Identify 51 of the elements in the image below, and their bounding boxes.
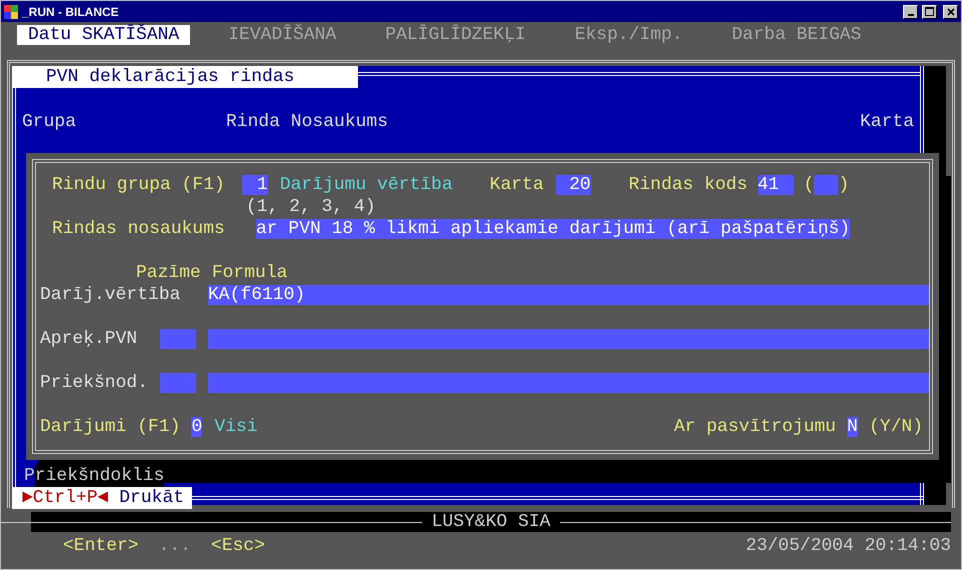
- transactions-field[interactable]: 0: [191, 417, 202, 437]
- flag-field[interactable]: [160, 373, 196, 393]
- transactions-name: Visi: [214, 417, 258, 437]
- row-name-field[interactable]: ar PVN 18 % likmi apliekamie darījumi (arī pašpatēriņš): [256, 219, 850, 239]
- menu-item[interactable]: Darba BEIGAS: [720, 25, 872, 45]
- maximize-icon: [925, 7, 934, 16]
- column-label: Formula: [212, 263, 288, 283]
- column-label: Pazīme: [136, 263, 201, 283]
- formula-field[interactable]: [208, 329, 929, 349]
- panel-title: PVN deklarācijas rindas: [12, 66, 358, 88]
- field-label: Ar pasvītrojumu: [674, 417, 836, 437]
- field-label: Rindu grupa (F1): [52, 175, 225, 195]
- field-label: Rindas kods: [628, 175, 748, 195]
- close-button[interactable]: [943, 4, 958, 18]
- underline-field[interactable]: N: [846, 417, 858, 437]
- formula-field[interactable]: KA(f6110): [208, 285, 929, 305]
- window-title: _RUN - BILANCE: [22, 4, 120, 18]
- menu-item[interactable]: IEVADĪŠANA: [217, 25, 348, 45]
- hint-text: (1, 2, 3, 4): [246, 197, 376, 217]
- close-icon: [946, 8, 954, 16]
- date-time: 23/05/2004 20:14:03: [746, 536, 951, 556]
- group-name: Darījumu vērtība: [280, 175, 453, 195]
- group-field[interactable]: 1: [242, 175, 268, 195]
- hint-text: (Y/N): [868, 417, 923, 437]
- code-suffix-field[interactable]: [814, 175, 838, 195]
- flag-field[interactable]: [160, 329, 196, 349]
- column-header: Rinda Nosaukums: [226, 111, 390, 133]
- key-hint: <Enter>: [63, 536, 139, 556]
- menu-item[interactable]: PALĪGLĪDZEKĻI: [374, 25, 537, 45]
- app-icon: [4, 4, 18, 18]
- minimize-icon: [908, 14, 914, 16]
- key-hint: ...: [158, 536, 192, 556]
- bracket-text: (: [804, 175, 814, 195]
- maximize-button[interactable]: [922, 4, 937, 18]
- card-field[interactable]: 20: [556, 175, 591, 195]
- field-label: Darījumi (F1): [40, 417, 180, 437]
- menu-item[interactable]: Eksp./Imp.: [564, 25, 694, 45]
- minimize-button[interactable]: [903, 4, 918, 18]
- field-label: Rindas nosaukums: [52, 219, 226, 239]
- field-label: Karta: [490, 175, 544, 195]
- bracket-text: ): [838, 175, 850, 195]
- print-button[interactable]: ►Ctrl+P◄ Drukāt: [12, 487, 192, 509]
- formula-field[interactable]: [208, 373, 929, 393]
- menu-item[interactable]: Datu SKATĪŠANA: [17, 25, 190, 45]
- key-hint: <Esc>: [211, 536, 266, 556]
- field-label: Darīj.vērtība: [40, 285, 182, 305]
- column-header: Karta: [860, 111, 914, 133]
- field-label: Apreķ.PVN: [40, 329, 138, 349]
- code-field[interactable]: 41: [758, 175, 794, 195]
- field-label: Priekšnod.: [40, 373, 150, 393]
- column-header: Grupa: [22, 111, 78, 133]
